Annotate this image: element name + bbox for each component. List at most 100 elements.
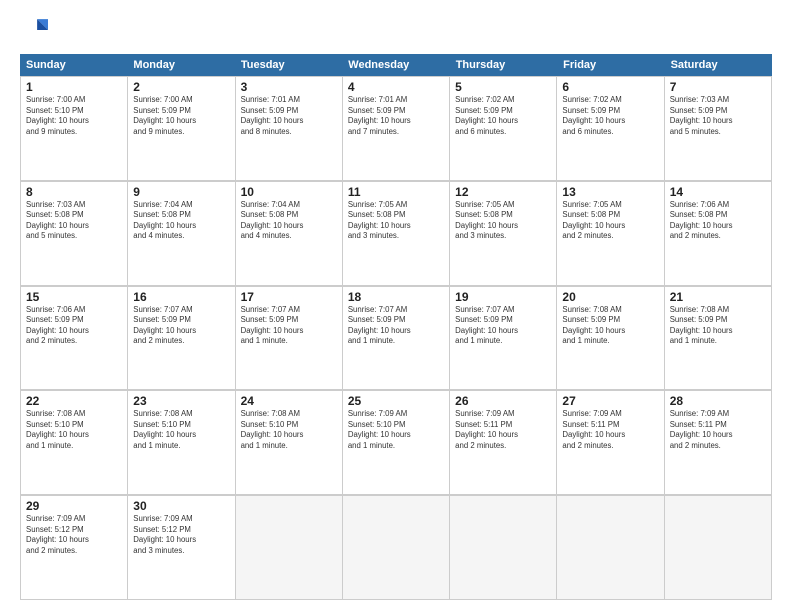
day-number: 19 xyxy=(455,290,551,304)
logo xyxy=(20,16,52,44)
day-info: Sunrise: 7:03 AMSunset: 5:09 PMDaylight:… xyxy=(670,95,766,137)
calendar-cell xyxy=(557,495,664,599)
day-info: Sunrise: 7:00 AMSunset: 5:10 PMDaylight:… xyxy=(26,95,122,137)
calendar-row-1: 1Sunrise: 7:00 AMSunset: 5:10 PMDaylight… xyxy=(20,76,772,181)
day-info: Sunrise: 7:06 AMSunset: 5:08 PMDaylight:… xyxy=(670,200,766,242)
calendar-cell: 20Sunrise: 7:08 AMSunset: 5:09 PMDayligh… xyxy=(557,286,664,390)
day-number: 5 xyxy=(455,80,551,94)
calendar-cell: 15Sunrise: 7:06 AMSunset: 5:09 PMDayligh… xyxy=(21,286,128,390)
calendar-cell: 2Sunrise: 7:00 AMSunset: 5:09 PMDaylight… xyxy=(128,76,235,180)
day-number: 22 xyxy=(26,394,122,408)
day-number: 18 xyxy=(348,290,444,304)
day-info: Sunrise: 7:09 AMSunset: 5:11 PMDaylight:… xyxy=(562,409,658,451)
day-info: Sunrise: 7:09 AMSunset: 5:11 PMDaylight:… xyxy=(670,409,766,451)
calendar-cell: 9Sunrise: 7:04 AMSunset: 5:08 PMDaylight… xyxy=(128,181,235,285)
page: SundayMondayTuesdayWednesdayThursdayFrid… xyxy=(0,0,792,612)
calendar-cell: 29Sunrise: 7:09 AMSunset: 5:12 PMDayligh… xyxy=(21,495,128,599)
day-number: 23 xyxy=(133,394,229,408)
calendar-cell: 1Sunrise: 7:00 AMSunset: 5:10 PMDaylight… xyxy=(21,76,128,180)
day-info: Sunrise: 7:00 AMSunset: 5:09 PMDaylight:… xyxy=(133,95,229,137)
day-info: Sunrise: 7:05 AMSunset: 5:08 PMDaylight:… xyxy=(455,200,551,242)
day-number: 6 xyxy=(562,80,658,94)
calendar-cell: 3Sunrise: 7:01 AMSunset: 5:09 PMDaylight… xyxy=(236,76,343,180)
calendar-cell: 7Sunrise: 7:03 AMSunset: 5:09 PMDaylight… xyxy=(665,76,772,180)
day-number: 2 xyxy=(133,80,229,94)
calendar-cell: 4Sunrise: 7:01 AMSunset: 5:09 PMDaylight… xyxy=(343,76,450,180)
day-number: 30 xyxy=(133,499,229,513)
calendar-cell: 24Sunrise: 7:08 AMSunset: 5:10 PMDayligh… xyxy=(236,390,343,494)
day-info: Sunrise: 7:07 AMSunset: 5:09 PMDaylight:… xyxy=(133,305,229,347)
day-number: 24 xyxy=(241,394,337,408)
day-number: 1 xyxy=(26,80,122,94)
day-number: 4 xyxy=(348,80,444,94)
calendar-cell: 5Sunrise: 7:02 AMSunset: 5:09 PMDaylight… xyxy=(450,76,557,180)
day-info: Sunrise: 7:01 AMSunset: 5:09 PMDaylight:… xyxy=(241,95,337,137)
day-number: 7 xyxy=(670,80,766,94)
day-info: Sunrise: 7:07 AMSunset: 5:09 PMDaylight:… xyxy=(241,305,337,347)
day-number: 10 xyxy=(241,185,337,199)
day-info: Sunrise: 7:09 AMSunset: 5:12 PMDaylight:… xyxy=(26,514,122,556)
day-info: Sunrise: 7:07 AMSunset: 5:09 PMDaylight:… xyxy=(455,305,551,347)
day-info: Sunrise: 7:03 AMSunset: 5:08 PMDaylight:… xyxy=(26,200,122,242)
calendar-cell: 28Sunrise: 7:09 AMSunset: 5:11 PMDayligh… xyxy=(665,390,772,494)
calendar-header: SundayMondayTuesdayWednesdayThursdayFrid… xyxy=(20,54,772,76)
calendar-cell: 26Sunrise: 7:09 AMSunset: 5:11 PMDayligh… xyxy=(450,390,557,494)
day-number: 25 xyxy=(348,394,444,408)
logo-icon xyxy=(20,16,48,44)
day-info: Sunrise: 7:04 AMSunset: 5:08 PMDaylight:… xyxy=(241,200,337,242)
calendar-body: 1Sunrise: 7:00 AMSunset: 5:10 PMDaylight… xyxy=(20,76,772,600)
header-day-wednesday: Wednesday xyxy=(342,54,449,76)
header-day-sunday: Sunday xyxy=(20,54,127,76)
day-info: Sunrise: 7:08 AMSunset: 5:10 PMDaylight:… xyxy=(241,409,337,451)
day-number: 17 xyxy=(241,290,337,304)
day-number: 28 xyxy=(670,394,766,408)
calendar-cell: 14Sunrise: 7:06 AMSunset: 5:08 PMDayligh… xyxy=(665,181,772,285)
calendar-cell: 11Sunrise: 7:05 AMSunset: 5:08 PMDayligh… xyxy=(343,181,450,285)
day-info: Sunrise: 7:04 AMSunset: 5:08 PMDaylight:… xyxy=(133,200,229,242)
day-number: 11 xyxy=(348,185,444,199)
header-day-monday: Monday xyxy=(127,54,234,76)
calendar-row-4: 22Sunrise: 7:08 AMSunset: 5:10 PMDayligh… xyxy=(20,390,772,495)
header-day-friday: Friday xyxy=(557,54,664,76)
day-number: 29 xyxy=(26,499,122,513)
day-number: 12 xyxy=(455,185,551,199)
calendar-cell: 27Sunrise: 7:09 AMSunset: 5:11 PMDayligh… xyxy=(557,390,664,494)
calendar-cell xyxy=(343,495,450,599)
day-info: Sunrise: 7:02 AMSunset: 5:09 PMDaylight:… xyxy=(455,95,551,137)
day-info: Sunrise: 7:09 AMSunset: 5:11 PMDaylight:… xyxy=(455,409,551,451)
day-number: 8 xyxy=(26,185,122,199)
calendar-cell: 18Sunrise: 7:07 AMSunset: 5:09 PMDayligh… xyxy=(343,286,450,390)
day-number: 27 xyxy=(562,394,658,408)
day-number: 9 xyxy=(133,185,229,199)
day-info: Sunrise: 7:05 AMSunset: 5:08 PMDaylight:… xyxy=(348,200,444,242)
day-number: 26 xyxy=(455,394,551,408)
calendar-cell: 25Sunrise: 7:09 AMSunset: 5:10 PMDayligh… xyxy=(343,390,450,494)
day-number: 15 xyxy=(26,290,122,304)
header-day-saturday: Saturday xyxy=(665,54,772,76)
calendar: SundayMondayTuesdayWednesdayThursdayFrid… xyxy=(20,54,772,600)
calendar-cell: 17Sunrise: 7:07 AMSunset: 5:09 PMDayligh… xyxy=(236,286,343,390)
day-info: Sunrise: 7:06 AMSunset: 5:09 PMDaylight:… xyxy=(26,305,122,347)
day-info: Sunrise: 7:07 AMSunset: 5:09 PMDaylight:… xyxy=(348,305,444,347)
day-info: Sunrise: 7:09 AMSunset: 5:12 PMDaylight:… xyxy=(133,514,229,556)
calendar-cell: 23Sunrise: 7:08 AMSunset: 5:10 PMDayligh… xyxy=(128,390,235,494)
day-number: 3 xyxy=(241,80,337,94)
day-info: Sunrise: 7:09 AMSunset: 5:10 PMDaylight:… xyxy=(348,409,444,451)
calendar-cell: 12Sunrise: 7:05 AMSunset: 5:08 PMDayligh… xyxy=(450,181,557,285)
calendar-cell: 13Sunrise: 7:05 AMSunset: 5:08 PMDayligh… xyxy=(557,181,664,285)
day-info: Sunrise: 7:08 AMSunset: 5:10 PMDaylight:… xyxy=(133,409,229,451)
calendar-cell: 10Sunrise: 7:04 AMSunset: 5:08 PMDayligh… xyxy=(236,181,343,285)
calendar-row-5: 29Sunrise: 7:09 AMSunset: 5:12 PMDayligh… xyxy=(20,495,772,600)
day-number: 21 xyxy=(670,290,766,304)
calendar-cell xyxy=(236,495,343,599)
calendar-cell: 16Sunrise: 7:07 AMSunset: 5:09 PMDayligh… xyxy=(128,286,235,390)
day-info: Sunrise: 7:08 AMSunset: 5:10 PMDaylight:… xyxy=(26,409,122,451)
day-info: Sunrise: 7:02 AMSunset: 5:09 PMDaylight:… xyxy=(562,95,658,137)
calendar-cell: 30Sunrise: 7:09 AMSunset: 5:12 PMDayligh… xyxy=(128,495,235,599)
calendar-cell xyxy=(665,495,772,599)
day-info: Sunrise: 7:05 AMSunset: 5:08 PMDaylight:… xyxy=(562,200,658,242)
calendar-row-2: 8Sunrise: 7:03 AMSunset: 5:08 PMDaylight… xyxy=(20,181,772,286)
calendar-cell xyxy=(450,495,557,599)
calendar-row-3: 15Sunrise: 7:06 AMSunset: 5:09 PMDayligh… xyxy=(20,286,772,391)
calendar-cell: 8Sunrise: 7:03 AMSunset: 5:08 PMDaylight… xyxy=(21,181,128,285)
